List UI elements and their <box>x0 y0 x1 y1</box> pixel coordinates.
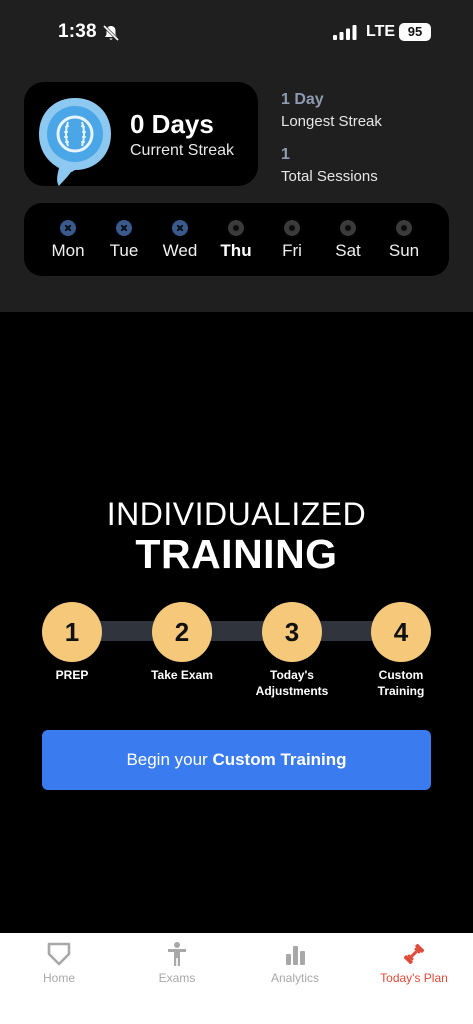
tab-label: Analytics <box>270 971 320 985</box>
current-streak-label: Current Streak <box>130 142 235 159</box>
tab-home[interactable]: Home <box>0 933 118 1003</box>
step-2-circle: 2 <box>152 602 212 662</box>
status-time: 1:38 <box>58 21 97 42</box>
tab-todays-plan[interactable]: Today's Plan <box>355 933 473 1003</box>
longest-streak-value: 1 Day <box>281 91 324 108</box>
weekly-progress: Mon Tue Wed Thu Fri Sat Sun <box>24 203 449 276</box>
step-1-label: PREP <box>55 668 89 682</box>
step-3-circle: 3 <box>262 602 322 662</box>
tab-label: Today's Plan <box>380 971 448 985</box>
tab-analytics[interactable]: Analytics <box>236 933 354 1003</box>
day-label: Sun <box>388 241 420 260</box>
step-4-label: Custom Training <box>377 668 425 698</box>
day-status-icon <box>228 220 244 236</box>
begin-custom-training-button[interactable]: Begin your Custom Training <box>42 730 431 790</box>
status-bar: 1:38 LTE 95 <box>0 0 473 66</box>
day-label: Fri <box>282 241 302 260</box>
dumbbell-icon <box>404 944 424 964</box>
day-status-icon <box>172 220 188 236</box>
tab-label: Home <box>42 971 75 985</box>
steps-connector <box>72 621 402 641</box>
day-status-icon <box>284 220 300 236</box>
step-2-label: Take Exam <box>151 668 213 682</box>
day-status-icon <box>340 220 356 236</box>
day-wed: Wed <box>152 203 208 276</box>
person-icon <box>168 942 186 966</box>
longest-streak-label: Longest Streak <box>281 113 382 130</box>
day-label: Sat <box>335 241 361 260</box>
day-sat: Sat <box>320 203 376 276</box>
step-3-label: Today's Adjustments <box>255 668 329 698</box>
day-label: Thu <box>220 241 252 260</box>
home-plate-icon <box>47 942 71 966</box>
day-label: Tue <box>109 241 139 260</box>
network-type: LTE <box>366 23 396 40</box>
hero-title: TRAINING <box>135 531 338 577</box>
current-streak-value: 0 Days <box>130 109 214 139</box>
battery-icon: 95 <box>399 23 431 41</box>
tab-exams[interactable]: Exams <box>118 933 236 1003</box>
tab-label: Exams <box>158 971 196 985</box>
total-sessions-label: Total Sessions <box>281 168 378 185</box>
step-4-circle: 4 <box>371 602 431 662</box>
current-streak-card: 0 Days Current Streak <box>24 82 258 186</box>
baseball-badge-icon <box>39 98 111 186</box>
bell-muted-icon <box>102 24 120 42</box>
day-label: Mon <box>51 241 85 260</box>
bottom-tab-bar: Home Exams Analytics Today's Plan <box>0 933 473 1024</box>
hero-subtitle: INDIVIDUALIZED <box>106 496 367 532</box>
day-status-icon <box>116 220 132 236</box>
cellular-signal-icon <box>333 25 357 40</box>
day-sun: Sun <box>376 203 432 276</box>
day-label: Wed <box>162 241 198 260</box>
streak-panel: 0 Days Current Streak 1 Day Longest Stre… <box>0 66 473 312</box>
day-mon: Mon <box>40 203 96 276</box>
day-status-icon <box>396 220 412 236</box>
total-sessions-value: 1 <box>281 146 290 163</box>
day-fri: Fri <box>264 203 320 276</box>
day-status-icon <box>60 220 76 236</box>
day-thu: Thu <box>208 203 264 276</box>
step-1-circle: 1 <box>42 602 102 662</box>
bar-chart-icon <box>286 946 305 965</box>
day-tue: Tue <box>96 203 152 276</box>
